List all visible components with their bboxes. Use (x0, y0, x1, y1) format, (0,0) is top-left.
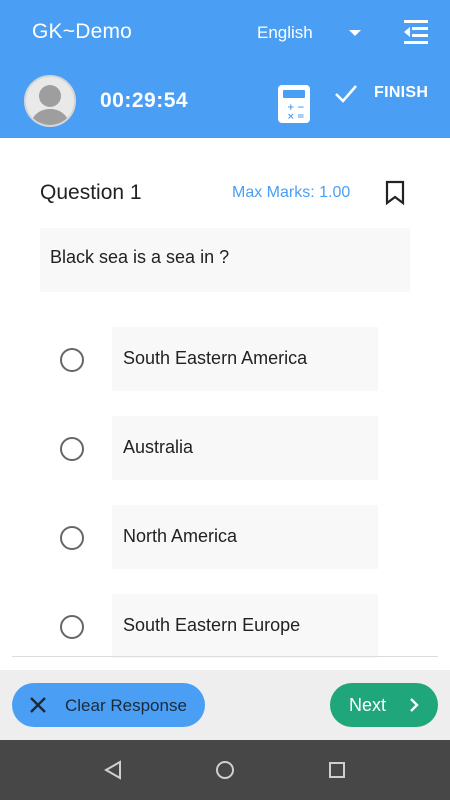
next-button[interactable]: Next (330, 683, 438, 727)
finish-button[interactable]: FINISH (333, 80, 433, 108)
header-bar: GK~Demo English 00:29:54 + − × = FINISH (0, 0, 450, 138)
option-4[interactable]: South Eastern Europe (0, 594, 450, 662)
back-icon[interactable] (102, 759, 124, 781)
check-icon (335, 85, 357, 103)
app-title: GK~Demo (32, 20, 133, 43)
option-label: South Eastern Europe (123, 615, 301, 635)
menu-collapse-button[interactable] (402, 19, 430, 45)
language-value: English (257, 23, 313, 42)
clear-response-button[interactable]: Clear Response (12, 683, 205, 727)
svg-text:=: = (297, 112, 305, 122)
radio-button[interactable] (60, 437, 84, 461)
avatar[interactable] (24, 75, 76, 127)
option-1[interactable]: South Eastern America (0, 327, 450, 395)
avatar-icon (30, 85, 70, 125)
max-marks: Max Marks: 1.00 (232, 184, 351, 201)
menu-collapse-icon (404, 20, 428, 44)
radio-button[interactable] (60, 348, 84, 372)
radio-button[interactable] (60, 526, 84, 550)
clear-response-label: Clear Response (65, 696, 187, 715)
option-2[interactable]: Australia (0, 416, 450, 484)
question-text: Black sea is a sea in ? (50, 247, 230, 267)
countdown-timer: 00:29:54 (100, 89, 189, 112)
option-3[interactable]: North America (0, 505, 450, 573)
question-box: Black sea is a sea in ? (40, 228, 410, 292)
option-label: South Eastern America (123, 348, 308, 368)
option-label: North America (123, 526, 238, 546)
home-icon[interactable] (214, 759, 236, 781)
system-nav-bar (0, 740, 450, 800)
calculator-button[interactable]: + − × = (277, 84, 311, 124)
bookmark-button[interactable] (385, 180, 405, 206)
chevron-right-icon (410, 698, 419, 712)
divider (12, 656, 438, 657)
radio-button[interactable] (60, 615, 84, 639)
language-select[interactable]: English (257, 20, 367, 46)
option-label: Australia (123, 437, 194, 457)
exam-screen: GK~Demo English 00:29:54 + − × = FINISH … (0, 0, 450, 800)
option-box[interactable]: South Eastern America (112, 327, 378, 391)
bookmark-icon (385, 180, 405, 206)
calculator-icon: + − × = (278, 85, 310, 123)
chevron-down-icon (349, 30, 361, 36)
recents-icon[interactable] (326, 759, 348, 781)
close-icon (30, 697, 46, 713)
next-label: Next (349, 695, 387, 715)
option-box[interactable]: North America (112, 505, 378, 569)
finish-label: FINISH (374, 84, 429, 101)
option-box[interactable]: South Eastern Europe (112, 594, 378, 658)
svg-text:×: × (287, 112, 295, 122)
question-title: Question 1 (40, 181, 142, 204)
option-box[interactable]: Australia (112, 416, 378, 480)
footer-bar: Clear Response Next (0, 670, 450, 740)
